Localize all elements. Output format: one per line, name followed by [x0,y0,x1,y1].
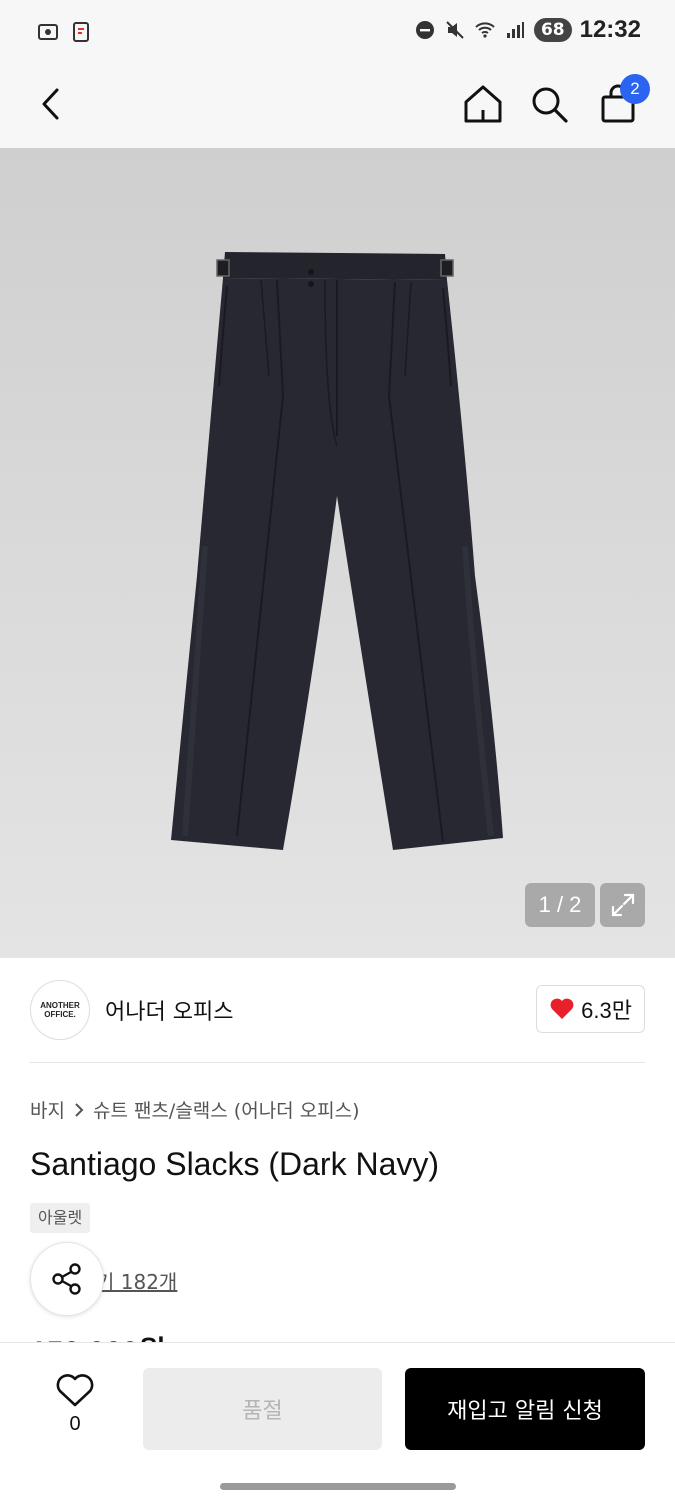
section-divider [30,1062,645,1063]
share-button[interactable] [30,1242,104,1316]
screenshot-icon [36,20,60,44]
outlet-tag: 아울렛 [30,1203,91,1233]
brand-like-count: 6.3만 [581,998,632,1023]
status-time: 12:32 [579,16,641,43]
chevron-left-icon [42,88,59,120]
breadcrumb-item[interactable]: 슈트 팬츠/슬랙스 (어나더 오피스) [93,1096,360,1123]
breadcrumb: 바지 슈트 팬츠/슬랙스 (어나더 오피스) [30,1096,360,1123]
bottom-action-bar: 0 품절 재입고 알림 신청 [0,1342,675,1500]
wishlist-count: 0 [69,1413,81,1435]
expand-image-button[interactable] [600,883,645,927]
brand-row[interactable]: ANOTHER OFFICE. 어나더 오피스 6.3만 [30,980,645,1040]
dnd-icon [414,19,436,41]
cart-button[interactable]: 2 [592,74,650,130]
status-system-icons: 68 12:32 [414,16,641,44]
soldout-button: 품절 [143,1368,382,1450]
mute-icon [444,19,466,41]
back-button[interactable] [26,78,78,130]
search-icon [532,87,568,123]
restock-alert-button[interactable]: 재입고 알림 신청 [405,1368,645,1450]
chevron-right-icon [75,1102,84,1117]
brand-like-button[interactable]: 6.3만 [536,985,645,1033]
status-notification-icons [36,20,94,44]
product-image-pants [171,252,503,850]
reviews-link[interactable]: 기 182개 [96,1266,177,1295]
status-bar: 68 12:32 [0,0,675,64]
home-icon [464,85,502,123]
expand-icon [611,893,634,917]
home-button[interactable] [457,78,509,130]
brand-logo[interactable]: ANOTHER OFFICE. [30,980,90,1040]
share-icon [52,1263,81,1295]
product-image-gallery[interactable]: 1 / 2 [0,148,675,958]
battery-level: 68 [533,18,572,42]
brand-name[interactable]: 어나더 오피스 [105,994,233,1026]
heart-outline-icon [56,1374,94,1407]
heart-filled-icon [550,998,574,1019]
product-price: 159,000원 [30,1328,166,1342]
home-indicator [220,1483,456,1490]
image-page-indicator: 1 / 2 [525,883,595,927]
app-notification-icon [70,20,94,44]
brand-logo-line1: ANOTHER [40,1001,80,1010]
wishlist-button[interactable]: 0 [44,1373,106,1443]
cart-count-badge: 2 [620,74,650,104]
brand-logo-line2: OFFICE. [44,1010,76,1019]
top-nav-bar: 2 [0,64,675,210]
signal-icon [504,19,526,41]
search-button[interactable] [523,78,575,130]
wifi-icon [474,19,496,41]
breadcrumb-item[interactable]: 바지 [30,1096,65,1123]
product-title: Santiago Slacks (Dark Navy) [30,1146,440,1182]
